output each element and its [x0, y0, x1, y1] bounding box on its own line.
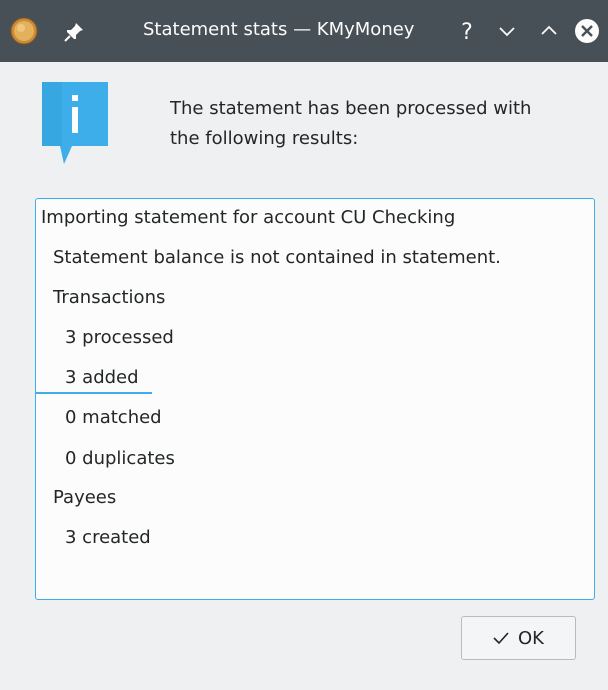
result-line-duplicates: 0 duplicates [65, 448, 175, 469]
chevron-up-icon [541, 25, 557, 35]
message-line-2: the following results: [170, 128, 359, 149]
check-icon [493, 632, 509, 645]
info-icon [42, 82, 108, 164]
result-line-added: 3 added [65, 367, 139, 388]
chevron-down-icon [499, 27, 515, 37]
window-title: Statement stats — KMyMoney [143, 19, 415, 40]
minimize-button[interactable] [493, 17, 521, 45]
text-cursor-line [36, 392, 152, 394]
result-line-balance: Statement balance is not contained in st… [53, 247, 501, 268]
result-line-matched: 0 matched [65, 407, 162, 428]
result-line-processed: 3 processed [65, 327, 174, 348]
info-message: The statement has been processed with th… [170, 94, 580, 154]
title-bar: Statement stats — KMyMoney ? [0, 0, 608, 62]
ok-button-label: OK [518, 627, 544, 649]
pin-icon[interactable] [62, 20, 86, 44]
message-line-1: The statement has been processed with [170, 98, 532, 119]
close-button[interactable] [573, 17, 601, 45]
result-line-account: Importing statement for account CU Check… [41, 207, 456, 228]
kmymoney-coin-icon[interactable] [10, 17, 38, 45]
results-text-area[interactable]: Importing statement for account CU Check… [35, 198, 595, 600]
ok-button[interactable]: OK [461, 616, 576, 660]
svg-text:?: ? [461, 20, 473, 45]
maximize-button[interactable] [535, 17, 563, 45]
result-line-created: 3 created [65, 527, 151, 548]
dialog-body: The statement has been processed with th… [0, 62, 608, 690]
statement-stats-dialog: Statement stats — KMyMoney ? The stateme… [0, 0, 608, 690]
result-line-payees: Payees [53, 487, 117, 508]
help-button[interactable]: ? [453, 17, 481, 45]
result-line-transactions: Transactions [53, 287, 166, 308]
